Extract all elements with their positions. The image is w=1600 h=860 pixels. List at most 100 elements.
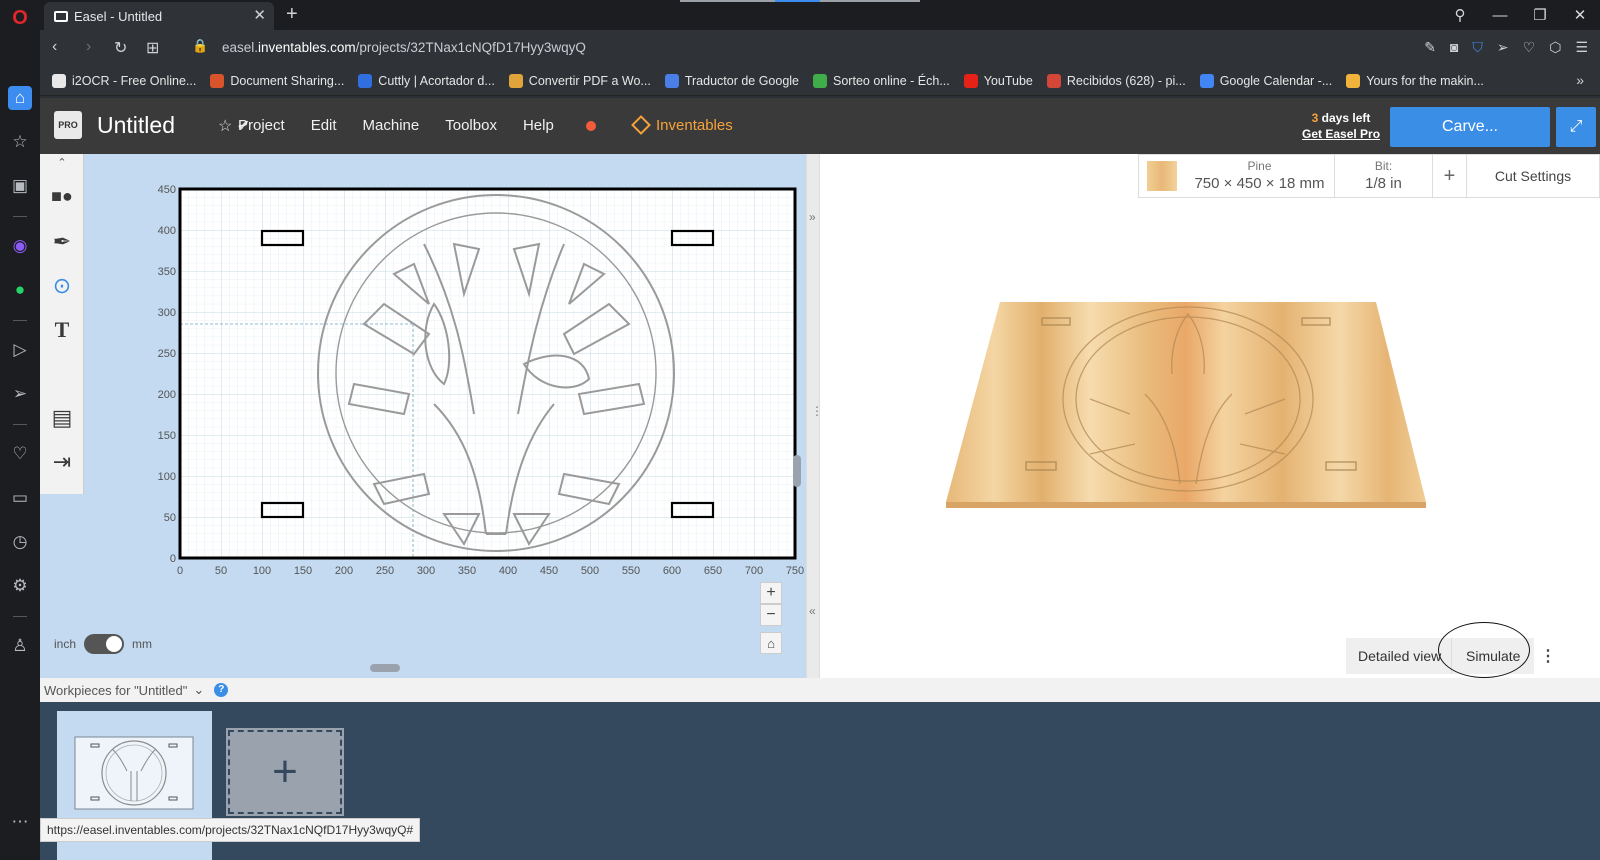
shield-icon[interactable]: ⛉	[1472, 39, 1483, 56]
bit-selector[interactable]: Bit: 1/8 in	[1335, 155, 1433, 197]
url-text[interactable]: easel.inventables.com/projects/32TNax1cN…	[222, 40, 586, 55]
icons-tool-icon[interactable]	[40, 352, 84, 396]
text-tool-icon[interactable]: T	[40, 308, 84, 352]
menu-project[interactable]: Project	[238, 117, 285, 134]
bookmark-item[interactable]: Recibidos (628) - pi...	[1046, 73, 1186, 88]
pen-tool-icon[interactable]: ✒	[40, 220, 84, 264]
inventables-logo-icon	[631, 115, 651, 135]
tab-grid-icon[interactable]: ⊞	[146, 38, 159, 58]
bookmark-item[interactable]: YouTube	[963, 73, 1033, 88]
workspaces-icon[interactable]: ▣	[8, 174, 32, 198]
send-page-icon[interactable]: ➢	[1497, 39, 1509, 56]
target-tool-icon[interactable]: ⊙	[40, 264, 84, 308]
project-title[interactable]: Untitled	[97, 112, 175, 139]
design-canvas[interactable]: 450 400 350 300 250 200 150 100 50 0 0 5…	[84, 154, 806, 594]
home-view-icon[interactable]: ⌂	[760, 632, 782, 654]
tabs-icon[interactable]: ▭	[8, 486, 32, 510]
menu-edit[interactable]: Edit	[311, 117, 337, 134]
bookmark-item[interactable]: Cuttly | Acortador d...	[358, 73, 495, 88]
lightbulb-icon[interactable]: ♙	[8, 634, 32, 658]
horizontal-scrollbar[interactable]	[370, 664, 400, 672]
menu-help[interactable]: Help	[523, 117, 596, 134]
history-icon[interactable]: ◷	[8, 530, 32, 554]
star-icon[interactable]: ☆	[218, 118, 232, 135]
bookmark-item[interactable]: i2OCR - Free Online...	[52, 73, 196, 88]
opera-logo-icon[interactable]: O	[8, 6, 32, 30]
bookmark-item[interactable]: Yours for the makin...	[1346, 73, 1484, 88]
speed-dial-icon[interactable]: ☆	[8, 130, 32, 154]
bookmark-item[interactable]: Google Calendar -...	[1199, 73, 1332, 88]
fullscreen-icon[interactable]: ⤢	[1556, 107, 1596, 147]
player-icon[interactable]: ▷	[8, 338, 32, 362]
close-window-icon[interactable]: ✕	[1560, 0, 1600, 30]
whatsapp-icon[interactable]: ●	[8, 278, 32, 302]
search-tabs-icon[interactable]: ⚲	[1440, 0, 1480, 30]
expand-left-icon[interactable]: «	[809, 604, 816, 618]
add-workpiece-button[interactable]: +	[226, 728, 344, 816]
bookmark-item[interactable]: Document Sharing...	[210, 73, 344, 88]
help-icon[interactable]: ?	[214, 683, 229, 697]
3d-wood-preview[interactable]	[940, 294, 1440, 524]
panel-divider[interactable]: » ⋮ «	[806, 154, 823, 678]
unit-toggle[interactable]: inch mm	[54, 634, 152, 654]
messenger-icon[interactable]: ◉	[8, 234, 32, 258]
menu-machine[interactable]: Machine	[363, 117, 420, 134]
restore-icon[interactable]: ❐	[1520, 0, 1560, 30]
zoom-in-button[interactable]: +	[760, 582, 782, 604]
trial-days-suffix: days left	[1318, 111, 1371, 125]
more-icon[interactable]: ⋯	[8, 810, 32, 834]
send-icon[interactable]: ➢	[8, 382, 32, 406]
y-tick: 250	[158, 348, 176, 360]
more-options-icon[interactable]: ⋮	[1536, 638, 1560, 674]
edit-page-icon[interactable]: ✎	[1424, 39, 1436, 56]
close-tab-icon[interactable]: ✕	[253, 6, 266, 24]
bookmark-item[interactable]: Convertir PDF a Wo...	[508, 73, 651, 88]
new-tab-icon[interactable]: +	[286, 3, 298, 26]
bookmark-item[interactable]: Traductor de Google	[664, 73, 799, 88]
inventables-link[interactable]: Inventables	[631, 115, 733, 135]
bookmark-label: Convertir PDF a Wo...	[528, 73, 651, 88]
get-easel-pro-link[interactable]: Get Easel Pro	[1302, 126, 1380, 142]
home-icon[interactable]: ⌂	[8, 86, 32, 110]
extensions-icon[interactable]: ⬡	[1549, 39, 1561, 56]
inventables-label: Inventables	[656, 117, 733, 134]
bookmarks-more-icon[interactable]: »	[1576, 72, 1584, 88]
unit-switch[interactable]	[84, 634, 125, 654]
bookmark-item[interactable]: Sorteo online - Éch...	[813, 73, 950, 88]
detailed-view-button[interactable]: Detailed view	[1346, 638, 1452, 674]
menu-toolbox[interactable]: Toolbox	[445, 117, 497, 134]
y-tick: 200	[158, 389, 176, 401]
add-bit-icon[interactable]: +	[1433, 155, 1467, 197]
bookmark-heart-icon[interactable]: ♡	[1523, 39, 1536, 56]
camera-icon[interactable]: ◙	[1450, 39, 1458, 56]
forward-icon[interactable]: ›	[86, 38, 91, 56]
reload-icon[interactable]: ↻	[114, 38, 127, 58]
tab-indicator	[680, 0, 920, 2]
bookmark-favicon-icon	[52, 73, 66, 88]
chevron-down-icon[interactable]: ⌄	[193, 682, 204, 698]
unit-inch-label: inch	[54, 637, 77, 651]
zoom-out-button[interactable]: −	[760, 604, 782, 626]
back-icon[interactable]: ‹	[52, 38, 57, 56]
easel-pro-logo[interactable]: PRO	[54, 111, 82, 139]
highlight-circle-annotation	[1438, 622, 1530, 678]
heart-icon[interactable]: ♡	[8, 442, 32, 466]
material-swatch[interactable]	[1147, 161, 1177, 191]
vertical-scrollbar[interactable]	[793, 455, 801, 487]
shapes-tool-icon[interactable]: ■●	[40, 174, 84, 218]
apps-tool-icon[interactable]: ▤	[40, 396, 84, 440]
bookmark-label: Sorteo online - Éch...	[833, 73, 950, 88]
y-tick: 300	[158, 307, 176, 319]
material-selector[interactable]: Pine 750 × 450 × 18 mm	[1185, 155, 1335, 197]
cut-settings-button[interactable]: Cut Settings	[1467, 155, 1599, 197]
minimize-icon[interactable]: —	[1480, 0, 1520, 30]
carve-button[interactable]: Carve...	[1390, 107, 1550, 147]
notification-dot	[585, 121, 596, 132]
bookmark-favicon-icon	[1346, 73, 1361, 88]
easy-setup-icon[interactable]: ☰	[1575, 39, 1588, 56]
settings-icon[interactable]: ⚙	[8, 574, 32, 598]
import-tool-icon[interactable]: ⇥	[40, 440, 84, 484]
tab-easel[interactable]: Easel - Untitled ✕	[44, 2, 274, 30]
collapse-toolbar-icon[interactable]: ⌃	[40, 156, 84, 172]
expand-right-icon[interactable]: »	[809, 210, 816, 224]
